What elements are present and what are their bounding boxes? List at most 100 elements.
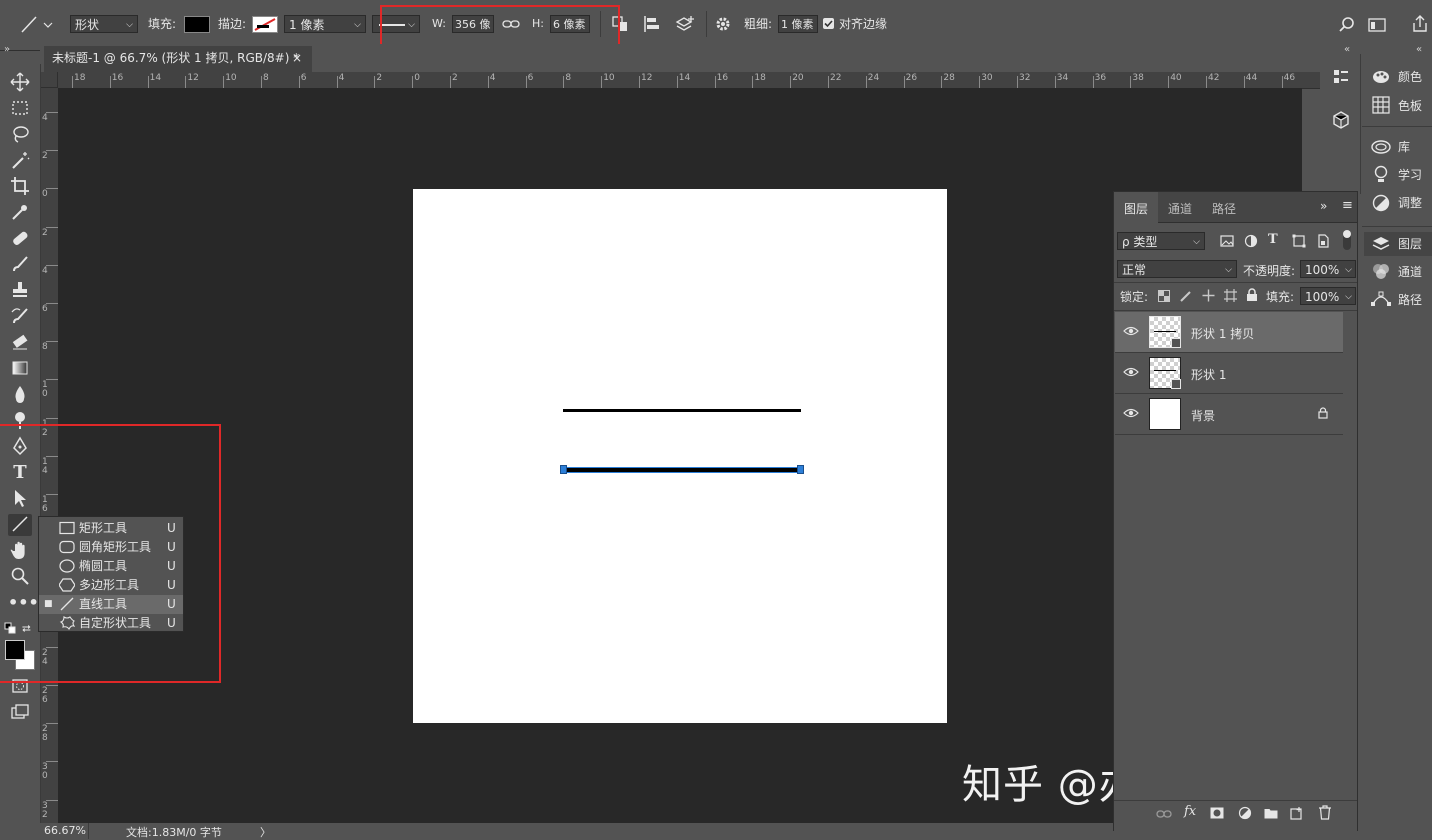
panel-menu-icon[interactable]: ≡ — [1342, 198, 1353, 213]
panel-libraries-label[interactable]: 库 — [1398, 136, 1410, 158]
lock-position-icon[interactable] — [1202, 289, 1215, 302]
color-panel-icon[interactable] — [1372, 68, 1390, 86]
workspace-icon[interactable] — [1368, 17, 1388, 33]
filter-adjustment-icon[interactable] — [1244, 234, 1258, 248]
new-group-icon[interactable] — [1264, 807, 1278, 819]
layer-name: 背景 — [1191, 409, 1216, 423]
share-icon[interactable] — [1410, 14, 1430, 34]
ruler-tick-mark — [1206, 76, 1207, 88]
layer-filter-select[interactable]: ρ 类型 ⌵ — [1117, 232, 1205, 250]
blend-mode-select[interactable]: 正常 ⌵ — [1117, 260, 1237, 278]
swatches-panel-icon[interactable] — [1372, 96, 1390, 114]
stroke-width-select[interactable]: 1 像素 ⌵ — [284, 15, 366, 33]
clone-stamp-icon[interactable] — [8, 280, 32, 302]
document-tab[interactable]: 未标题-1 @ 66.7% (形状 1 拷贝, RGB/8#) * × — [44, 46, 312, 72]
anchor-point-right[interactable] — [797, 465, 804, 474]
filter-smart-object-icon[interactable] — [1316, 234, 1330, 248]
panel-collapse-icon[interactable]: » — [4, 44, 10, 55]
status-arrow[interactable]: 〉 — [260, 824, 271, 840]
ruler-tick-mark — [46, 379, 58, 381]
gear-icon[interactable] — [714, 15, 732, 33]
healing-brush-icon[interactable] — [8, 228, 32, 250]
add-mask-icon[interactable] — [1210, 807, 1224, 819]
eraser-icon[interactable] — [8, 332, 32, 354]
panel-swatches-label[interactable]: 色板 — [1398, 95, 1422, 117]
fx-icon[interactable]: fx — [1184, 804, 1196, 819]
ruler-tick-label: 6 — [527, 73, 534, 83]
filter-pixel-icon[interactable] — [1220, 234, 1234, 248]
line-tool-preset-icon[interactable] — [16, 12, 56, 36]
document-canvas[interactable] — [413, 189, 947, 723]
search-icon[interactable] — [1338, 16, 1356, 34]
marquee-tool-icon[interactable] — [8, 98, 32, 120]
panel-color-label[interactable]: 颜色 — [1398, 66, 1422, 88]
adjustments-panel-icon[interactable] — [1372, 194, 1390, 212]
stroke-swatch[interactable] — [252, 16, 278, 33]
filter-shape-icon[interactable] — [1292, 234, 1306, 248]
crop-tool-icon[interactable] — [8, 176, 32, 198]
align-edges-checkbox[interactable] — [823, 18, 834, 29]
lasso-tool-icon[interactable] — [8, 124, 32, 146]
ruler-tick-mark — [46, 150, 58, 152]
path-alignment-icon[interactable] — [642, 14, 662, 34]
ruler-tick-label: 16 — [716, 73, 729, 83]
move-tool-icon[interactable] — [8, 72, 32, 94]
3d-icon[interactable] — [1332, 110, 1350, 130]
panel-channels-label[interactable]: 通道 — [1398, 261, 1422, 283]
ruler-tick-mark — [412, 76, 414, 88]
lock-transparent-icon[interactable] — [1158, 290, 1170, 302]
filter-toggle-switch[interactable] — [1343, 230, 1351, 250]
adjustment-layer-icon[interactable] — [1238, 806, 1252, 820]
layer-thumbnail — [1149, 357, 1181, 389]
libraries-panel-icon[interactable] — [1370, 138, 1392, 156]
layers-panel-icon[interactable] — [1371, 235, 1391, 253]
layer-row-shape-1[interactable]: 形状 1 — [1115, 353, 1343, 394]
magic-wand-icon[interactable] — [8, 150, 32, 172]
link-layers-icon[interactable] — [1156, 807, 1172, 821]
panel-paths-label[interactable]: 路径 — [1398, 289, 1422, 311]
tab-channels[interactable]: 通道 — [1168, 200, 1192, 217]
shape-line-1[interactable] — [563, 409, 801, 412]
anchor-point-left[interactable] — [560, 465, 567, 474]
shape-line-1-copy[interactable] — [563, 467, 801, 473]
visibility-eye-icon[interactable] — [1123, 407, 1139, 419]
paths-panel-icon[interactable] — [1370, 290, 1392, 308]
delete-layer-icon[interactable] — [1318, 805, 1332, 820]
close-icon[interactable]: × — [292, 46, 302, 70]
screen-mode-icon[interactable] — [8, 702, 32, 724]
brush-tool-icon[interactable] — [8, 254, 32, 276]
lock-icon[interactable] — [1318, 407, 1328, 419]
weight-input[interactable]: 1 像素 — [778, 15, 818, 33]
mode-select[interactable]: 形状 ⌵ — [70, 15, 138, 33]
dock-collapse-icon-2[interactable]: « — [1416, 44, 1422, 55]
panel-adjustments-label[interactable]: 调整 — [1398, 192, 1422, 214]
ruler-tick-mark — [298, 76, 300, 88]
visibility-eye-icon[interactable] — [1123, 325, 1139, 337]
eyedropper-icon[interactable] — [8, 202, 32, 224]
panel-learn-label[interactable]: 学习 — [1398, 164, 1422, 186]
properties-icon[interactable] — [1332, 68, 1350, 88]
new-layer-icon[interactable] — [1290, 806, 1304, 820]
visibility-eye-icon[interactable] — [1123, 366, 1139, 378]
history-brush-icon[interactable] — [8, 306, 32, 328]
tab-paths[interactable]: 路径 — [1212, 200, 1236, 217]
blur-tool-icon[interactable] — [8, 384, 32, 406]
fill-input[interactable]: 100% ⌵ — [1300, 287, 1356, 305]
lock-all-icon[interactable] — [1246, 288, 1258, 302]
path-arrangement-icon[interactable] — [674, 14, 696, 34]
gradient-tool-icon[interactable] — [8, 358, 32, 380]
tab-layers[interactable]: 图层 — [1124, 200, 1148, 217]
channels-panel-icon[interactable] — [1371, 262, 1391, 280]
fill-swatch[interactable] — [184, 16, 210, 33]
lock-pixels-icon[interactable] — [1180, 290, 1192, 302]
layer-row-background[interactable]: 背景 — [1115, 394, 1343, 435]
learn-panel-icon[interactable] — [1373, 165, 1389, 185]
filter-type-icon[interactable]: T — [1268, 232, 1278, 247]
zoom-level[interactable]: 66.67% — [44, 824, 86, 837]
ruler-tick-label: 34 — [1056, 73, 1069, 83]
opacity-input[interactable]: 100% ⌵ — [1300, 260, 1356, 278]
panel-layers-label[interactable]: 图层 — [1398, 233, 1422, 255]
layer-row-shape-1-copy[interactable]: 形状 1 拷贝 — [1115, 312, 1343, 353]
panel-expand-icon[interactable]: » — [1320, 199, 1327, 213]
lock-artboard-icon[interactable] — [1224, 289, 1237, 302]
